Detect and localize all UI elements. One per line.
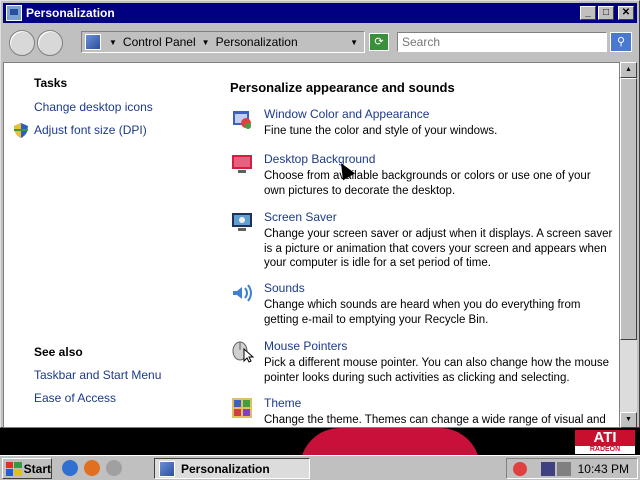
theme-item: Theme Change the theme. Themes can chang… <box>230 396 614 427</box>
mouse-pointers-icon <box>232 341 254 363</box>
taskbar-personalization-button[interactable]: Personalization <box>154 458 310 479</box>
window-color-link[interactable]: Window Color and Appearance <box>264 107 429 121</box>
start-button[interactable]: Start <box>2 458 52 479</box>
windows-flag-icon <box>6 461 22 476</box>
title-bar[interactable]: Personalization _ □ ✕ <box>3 3 637 23</box>
control-panel-icon <box>159 460 175 477</box>
desktop-background-item: Desktop Background Choose from available… <box>230 152 614 202</box>
tasks-heading: Tasks <box>34 76 68 90</box>
window-color-icon <box>233 111 251 129</box>
sounds-icon <box>233 284 252 302</box>
sounds-item: Sounds Change which sounds are heard whe… <box>230 281 614 326</box>
tasks-pane: Tasks Change desktop icons Adjust font s… <box>4 63 209 427</box>
screen-saver-icon <box>232 213 252 231</box>
scrollbar-thumb[interactable] <box>620 78 637 340</box>
personalization-window: Personalization _ □ ✕ ▼ Control Panel ▼ … <box>0 0 640 428</box>
taskbar-button-label: Personalization <box>181 461 270 476</box>
volume-icon[interactable] <box>557 461 571 476</box>
network-icon[interactable] <box>541 461 555 476</box>
window-color-item: Window Color and Appearance Fine tune th… <box>230 107 614 147</box>
start-label: Start <box>23 461 51 476</box>
navigation-bar: ▼ Control Panel ▼ Personalization ▼ ⟳ ⚲ <box>3 25 637 61</box>
vertical-scrollbar[interactable]: ▲ ▼ <box>620 62 637 428</box>
address-dropdown-icon[interactable]: ▼ <box>350 38 358 47</box>
breadcrumb-personalization[interactable]: Personalization <box>216 35 298 49</box>
system-tray: 10:43 PM <box>506 458 638 479</box>
search-button[interactable]: ⚲ <box>610 32 632 52</box>
logo-subtext: RADEON <box>575 446 635 454</box>
back-button[interactable] <box>9 30 35 56</box>
screen: ATI RADEON Personalization _ □ ✕ ▼ Contr… <box>0 0 640 480</box>
window-color-description: Fine tune the color and style of your wi… <box>264 125 498 137</box>
logo-text: ATI <box>593 429 617 446</box>
scroll-up-button[interactable]: ▲ <box>620 62 637 78</box>
screen-saver-description: Change your screen saver or adjust when … <box>264 228 613 269</box>
firefox-icon[interactable] <box>84 460 100 476</box>
see-also-heading: See also <box>34 345 83 359</box>
sounds-link[interactable]: Sounds <box>264 281 305 295</box>
theme-description: Change the theme. Themes can change a wi… <box>264 414 606 426</box>
mouse-pointers-description: Pick a different mouse pointer. You can … <box>264 357 610 384</box>
screen-saver-link[interactable]: Screen Saver <box>264 210 337 224</box>
clock[interactable]: 10:43 PM <box>578 462 629 476</box>
internet-explorer-icon[interactable] <box>62 460 78 476</box>
window-title: Personalization <box>26 6 115 20</box>
maximize-button[interactable]: □ <box>598 6 614 20</box>
scroll-down-button[interactable]: ▼ <box>620 412 637 428</box>
mouse-pointers-link[interactable]: Mouse Pointers <box>264 339 347 353</box>
quick-launch-icon[interactable] <box>106 460 122 476</box>
content-area: Tasks Change desktop icons Adjust font s… <box>3 62 620 428</box>
close-button[interactable]: ✕ <box>618 6 634 20</box>
theme-icon <box>232 398 252 418</box>
change-desktop-icons-link[interactable]: Change desktop icons <box>34 100 153 114</box>
forward-button[interactable] <box>37 30 63 56</box>
shield-icon <box>14 123 28 138</box>
refresh-button[interactable]: ⟳ <box>369 33 389 51</box>
desktop-background-icon <box>232 155 252 173</box>
security-alert-icon[interactable] <box>513 461 527 476</box>
chevron-down-icon[interactable]: ▼ <box>202 38 210 47</box>
desktop-background-description: Choose from available backgrounds or col… <box>264 170 591 197</box>
mouse-pointers-item: Mouse Pointers Pick a different mouse po… <box>230 339 614 384</box>
control-panel-icon <box>6 5 22 21</box>
minimize-button[interactable]: _ <box>580 6 596 20</box>
desktop-background-link[interactable]: Desktop Background <box>264 152 375 166</box>
address-bar[interactable]: ▼ Control Panel ▼ Personalization ▼ <box>81 31 365 53</box>
ease-of-access-link[interactable]: Ease of Access <box>34 391 116 405</box>
screen-saver-item: Screen Saver Change your screen saver or… <box>230 210 614 272</box>
adjust-font-size-link[interactable]: Adjust font size (DPI) <box>34 123 147 137</box>
control-panel-icon <box>85 34 101 50</box>
taskbar: Start Personalization 10:43 PM <box>0 455 640 480</box>
desktop-logo[interactable]: ATI RADEON <box>575 430 635 454</box>
page-title: Personalize appearance and sounds <box>230 80 455 95</box>
theme-link[interactable]: Theme <box>264 396 301 410</box>
search-input[interactable] <box>397 32 607 52</box>
breadcrumb-control-panel[interactable]: Control Panel <box>123 35 196 49</box>
chevron-down-icon[interactable]: ▼ <box>109 38 117 47</box>
taskbar-start-menu-link[interactable]: Taskbar and Start Menu <box>34 368 161 382</box>
sounds-description: Change which sounds are heard when you d… <box>264 299 581 326</box>
